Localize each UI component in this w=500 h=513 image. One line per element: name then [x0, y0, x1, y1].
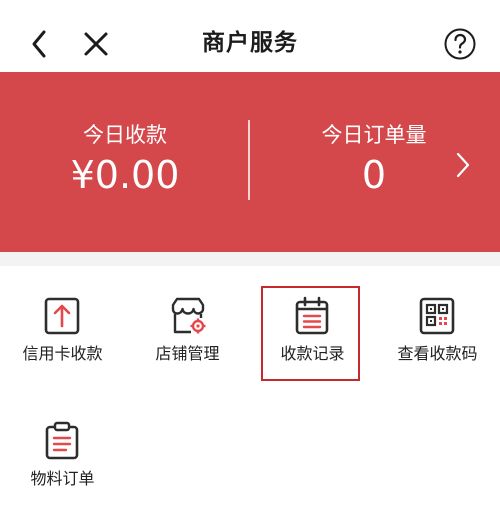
service-credit-card-payment[interactable]: 信用卡收款 [0, 266, 125, 381]
chevron-right-icon [456, 152, 470, 178]
summary-banner[interactable]: 今日收款 ¥0.00 今日订单量 0 [0, 72, 500, 252]
services-grid: 信用卡收款 店铺管理 收款记录 查看收款码 物料订单 [0, 266, 500, 513]
today-amount-value: ¥0.00 [70, 153, 180, 197]
today-orders-label: 今日订单量 [321, 123, 427, 147]
page-title: 商户服务 [202, 30, 298, 56]
nav-bar: 商户服务 [0, 0, 500, 72]
service-payment-records[interactable]: 收款记录 [250, 266, 375, 381]
qr-code-icon [417, 296, 457, 336]
service-label: 物料订单 [30, 469, 95, 488]
service-material-orders[interactable]: 物料订单 [0, 391, 125, 506]
credit-card-upload-icon [42, 296, 82, 336]
today-amount-label: 今日收款 [83, 123, 167, 147]
section-gap [0, 252, 500, 266]
today-amount-stat: 今日收款 ¥0.00 [30, 120, 220, 198]
help-button[interactable] [443, 27, 477, 61]
service-label: 信用卡收款 [22, 344, 103, 363]
service-label: 查看收款码 [397, 344, 478, 363]
clipboard-order-icon [42, 421, 82, 461]
shop-settings-icon [167, 296, 207, 336]
stat-divider [248, 120, 250, 200]
summary-detail-button[interactable] [452, 150, 474, 180]
service-view-qr-code[interactable]: 查看收款码 [375, 266, 500, 381]
service-shop-management[interactable]: 店铺管理 [125, 266, 250, 381]
help-icon [444, 28, 476, 60]
today-orders-value: 0 [361, 153, 387, 197]
service-label: 收款记录 [280, 344, 345, 363]
calendar-record-icon [292, 296, 332, 336]
service-label: 店铺管理 [155, 344, 220, 363]
today-orders-stat: 今日订单量 0 [279, 120, 469, 198]
